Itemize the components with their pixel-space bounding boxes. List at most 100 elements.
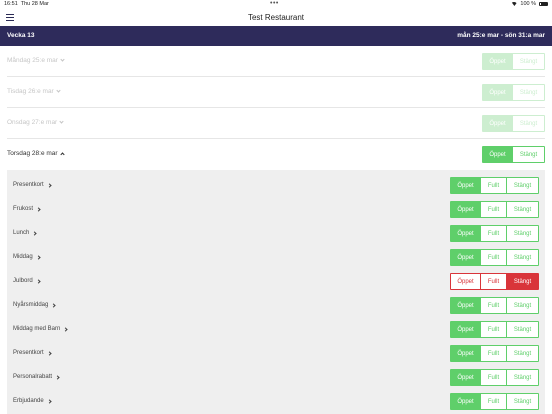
service-status-toggle: Öppet Fullt Stängt	[450, 297, 539, 314]
open-button[interactable]: Öppet	[450, 249, 481, 266]
chevron-right-icon	[36, 278, 41, 284]
chevron-down-icon	[59, 119, 64, 124]
full-button[interactable]: Fullt	[480, 393, 507, 410]
service-row: Presentkort Öppet Fullt Stängt	[7, 173, 545, 197]
status-right: 100 %	[511, 1, 548, 7]
service-row: Presentkort Öppet Fullt Stängt	[7, 341, 545, 365]
service-item[interactable]: Frukost	[13, 206, 41, 212]
day-status-toggle: Öppet Stängt	[482, 146, 545, 163]
full-button[interactable]: Fullt	[480, 369, 507, 386]
service-item[interactable]: Middag med Barn	[13, 326, 68, 332]
open-button[interactable]: Öppet	[482, 53, 513, 70]
full-button[interactable]: Fullt	[480, 297, 507, 314]
service-status-toggle: Öppet Fullt Stängt	[450, 369, 539, 386]
open-button[interactable]: Öppet	[450, 345, 481, 362]
day-toggle-monday[interactable]: Måndag 25:e mar	[7, 57, 65, 64]
multitask-dots-icon[interactable]: •••	[270, 0, 279, 7]
day-label: Onsdag 27:e mar	[7, 119, 58, 126]
open-button[interactable]: Öppet	[450, 393, 481, 410]
service-item[interactable]: Personalrabatt	[13, 374, 60, 380]
service-item[interactable]: Nyårsmiddag	[13, 302, 56, 308]
chevron-up-icon	[59, 152, 65, 157]
closed-button[interactable]: Stängt	[506, 345, 539, 362]
day-toggle-thursday[interactable]: Torsdag 28:e mar	[7, 150, 65, 157]
service-status-toggle: Öppet Fullt Stängt	[450, 201, 539, 218]
open-button[interactable]: Öppet	[450, 369, 481, 386]
service-item[interactable]: Middag	[13, 254, 41, 260]
chevron-down-icon	[56, 88, 61, 93]
full-button[interactable]: Fullt	[480, 321, 507, 338]
status-time: 16:51	[4, 1, 18, 7]
closed-button[interactable]: Stängt	[512, 115, 545, 132]
closed-button[interactable]: Stängt	[512, 84, 545, 101]
full-button[interactable]: Fullt	[480, 225, 507, 242]
closed-button[interactable]: Stängt	[506, 393, 539, 410]
closed-button[interactable]: Stängt	[506, 369, 539, 386]
open-button[interactable]: Öppet	[450, 201, 481, 218]
service-item[interactable]: Lunch	[13, 230, 37, 236]
week-header: Vecka 13 mån 25:e mar - sön 31:a mar	[0, 26, 552, 46]
closed-button[interactable]: Stängt	[512, 53, 545, 70]
service-status-toggle: Öppet Fullt Stängt	[450, 393, 539, 410]
closed-button[interactable]: Stängt	[506, 201, 539, 218]
service-status-toggle: Öppet Fullt Stängt	[450, 225, 539, 242]
closed-button[interactable]: Stängt	[506, 297, 539, 314]
chevron-right-icon	[47, 182, 52, 188]
service-row: Erbjudande Öppet Fullt Stängt	[7, 389, 545, 413]
day-row-thursday: Torsdag 28:e mar Öppet Stängt	[0, 139, 552, 170]
day-toggle-wednesday[interactable]: Onsdag 27:e mar	[7, 119, 64, 126]
open-button[interactable]: Öppet	[482, 84, 513, 101]
service-row: Nyårsmiddag Öppet Fullt Stängt	[7, 293, 545, 317]
service-item[interactable]: Presentkort	[13, 350, 52, 356]
chevron-right-icon	[47, 350, 52, 356]
service-item[interactable]: Erbjudande	[13, 398, 52, 404]
chevron-right-icon	[63, 326, 68, 332]
full-button[interactable]: Fullt	[480, 273, 507, 290]
services-panel: Presentkort Öppet Fullt Stängt Frukost Ö…	[7, 170, 545, 414]
open-button[interactable]: Öppet	[482, 146, 513, 163]
service-item[interactable]: Julbord	[13, 278, 41, 284]
full-button[interactable]: Fullt	[480, 177, 507, 194]
battery-icon	[539, 1, 548, 7]
service-label: Presentkort	[13, 182, 44, 188]
chevron-down-icon	[60, 57, 65, 62]
open-button[interactable]: Öppet	[450, 297, 481, 314]
chevron-right-icon	[55, 374, 60, 380]
service-label: Erbjudande	[13, 398, 44, 404]
service-status-toggle: Öppet Fullt Stängt	[450, 321, 539, 338]
week-range: mån 25:e mar - sön 31:a mar	[457, 32, 545, 39]
service-status-toggle: Öppet Fullt Stängt	[450, 177, 539, 194]
service-status-toggle: Öppet Fullt Stängt	[450, 249, 539, 266]
chevron-right-icon	[36, 254, 41, 260]
full-button[interactable]: Fullt	[480, 201, 507, 218]
week-label: Vecka 13	[7, 32, 35, 39]
closed-button[interactable]: Stängt	[506, 249, 539, 266]
service-label: Middag med Barn	[13, 326, 61, 332]
day-toggle-tuesday[interactable]: Tisdag 26:e mar	[7, 88, 61, 95]
chevron-right-icon	[36, 206, 41, 212]
closed-button[interactable]: Stängt	[506, 225, 539, 242]
chevron-right-icon	[47, 398, 52, 404]
day-status-toggle: Öppet Stängt	[482, 84, 545, 101]
open-button[interactable]: Öppet	[482, 115, 513, 132]
service-label: Middag	[13, 254, 33, 260]
service-row: Frukost Öppet Fullt Stängt	[7, 197, 545, 221]
day-row-wednesday: Onsdag 27:e mar Öppet Stängt	[0, 108, 552, 139]
service-label: Frukost	[13, 206, 34, 212]
closed-button[interactable]: Stängt	[506, 177, 539, 194]
service-item[interactable]: Presentkort	[13, 182, 52, 188]
open-button[interactable]: Öppet	[450, 225, 481, 242]
open-button[interactable]: Öppet	[450, 273, 481, 290]
open-button[interactable]: Öppet	[450, 321, 481, 338]
open-button[interactable]: Öppet	[450, 177, 481, 194]
closed-button[interactable]: Stängt	[506, 321, 539, 338]
service-label: Nyårsmiddag	[13, 302, 49, 308]
battery-percent: 100 %	[520, 1, 536, 7]
status-bar: 16:51 Thu 28 Mar ••• 100 %	[0, 0, 552, 9]
closed-button[interactable]: Stängt	[512, 146, 545, 163]
full-button[interactable]: Fullt	[480, 249, 507, 266]
closed-button[interactable]: Stängt	[506, 273, 539, 290]
full-button[interactable]: Fullt	[480, 345, 507, 362]
day-label: Måndag 25:e mar	[7, 57, 58, 64]
day-status-toggle: Öppet Stängt	[482, 53, 545, 70]
